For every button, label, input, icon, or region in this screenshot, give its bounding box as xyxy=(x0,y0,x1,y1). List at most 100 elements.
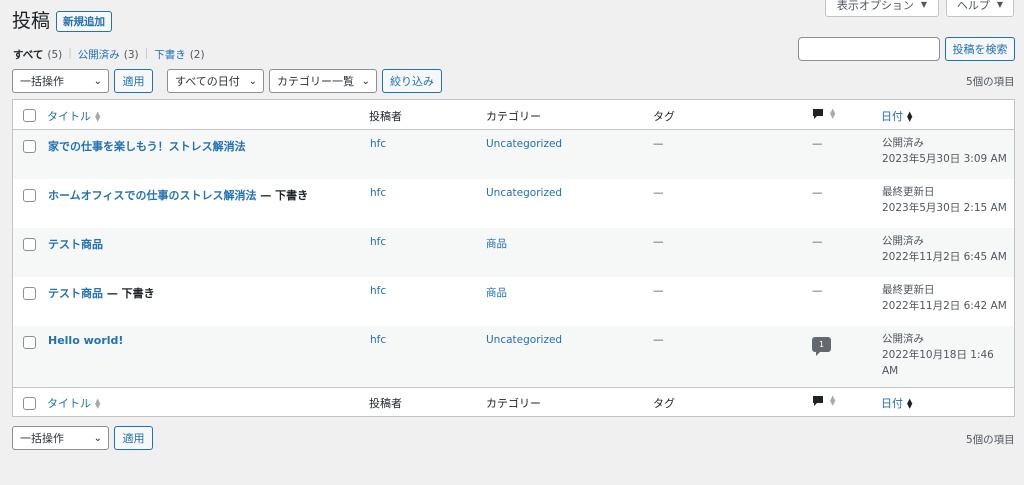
post-title: テスト商品 — 下書き xyxy=(48,285,155,301)
screen-options-label: 表示オプション xyxy=(836,0,914,12)
apply-button[interactable]: 適用 xyxy=(114,69,153,93)
search-posts-button[interactable]: 投稿を検索 xyxy=(945,37,1015,61)
apply-button-bottom[interactable]: 適用 xyxy=(114,426,153,450)
comment-count-bubble[interactable]: 1 xyxy=(812,337,831,356)
bulk-action-select[interactable]: 一括操作 ⌄ xyxy=(12,69,109,93)
post-category[interactable]: Uncategorized xyxy=(486,334,562,346)
page-title: 投稿 xyxy=(12,10,51,32)
column-title-header[interactable]: タイトル ▲ ▼ xyxy=(47,395,100,411)
view-drafts-label[interactable]: 下書き xyxy=(154,49,186,61)
column-author-header: 投稿者 xyxy=(369,110,402,123)
table-footer: タイトル ▲ ▼ 投稿者 カテゴリー タグ ▲ ▼ 日付 ▲ ▼ xyxy=(13,387,1014,417)
column-tags-header: タグ xyxy=(653,397,675,410)
date-filter-select[interactable]: すべての日付 ⌄ xyxy=(167,69,264,93)
column-tags-header: タグ xyxy=(653,110,675,123)
table-row: ホームオフィスでの仕事のストレス解消法 — 下書き hfc Uncategori… xyxy=(13,179,1014,228)
column-categories-header: カテゴリー xyxy=(486,110,541,123)
table-row: テスト商品 hfc 商品 — — 公開済み 2022年11月2日 6:45 AM xyxy=(13,228,1014,277)
post-date: 公開済み 2022年10月18日 1:46 AM xyxy=(882,331,994,379)
post-author[interactable]: hfc xyxy=(370,285,386,297)
post-state: — 下書き xyxy=(256,189,309,202)
post-title-link[interactable]: テスト商品 xyxy=(48,238,103,251)
post-comments: — xyxy=(812,187,823,199)
select-all-checkbox[interactable] xyxy=(23,109,36,122)
post-title: テスト商品 xyxy=(48,236,103,252)
view-separator: | xyxy=(68,47,72,59)
post-title-link[interactable]: 家での仕事を楽しもう！ストレス解消法 xyxy=(48,140,246,153)
select-all-checkbox[interactable] xyxy=(23,397,36,410)
filter-button[interactable]: 絞り込み xyxy=(382,69,442,93)
date-status: 公開済み xyxy=(882,333,924,345)
post-author[interactable]: hfc xyxy=(370,187,386,199)
column-date-header[interactable]: 日付 ▲ ▼ xyxy=(881,108,912,124)
post-category[interactable]: Uncategorized xyxy=(486,138,562,150)
post-title-link[interactable]: Hello world! xyxy=(48,334,123,347)
column-title-header[interactable]: タイトル ▲ ▼ xyxy=(47,108,100,124)
comment-icon xyxy=(813,109,823,119)
date-filter-value: すべての日付 xyxy=(175,75,240,88)
view-all-count: (5) xyxy=(47,49,63,61)
post-comments: — xyxy=(812,285,823,297)
post-category[interactable]: 商品 xyxy=(486,236,507,251)
table-row: テスト商品 — 下書き hfc 商品 — — 最終更新日 2022年11月2日 6… xyxy=(13,277,1014,326)
column-title-label: タイトル xyxy=(47,110,91,123)
column-date-label: 日付 xyxy=(881,397,903,410)
view-published[interactable]: 公開済み (3) xyxy=(78,47,139,62)
chevron-down-icon: ⌄ xyxy=(248,75,257,87)
post-author[interactable]: hfc xyxy=(370,138,386,150)
table-row: 家での仕事を楽しもう！ストレス解消法 hfc Uncategorized — —… xyxy=(13,130,1014,179)
date-status: 公開済み xyxy=(882,137,924,149)
row-checkbox[interactable] xyxy=(23,287,36,300)
column-categories-header: カテゴリー xyxy=(486,397,541,410)
row-checkbox[interactable] xyxy=(23,238,36,251)
date-value: 2022年11月2日 6:42 AM xyxy=(882,300,1007,312)
row-checkbox[interactable] xyxy=(23,140,36,153)
help-label: ヘルプ xyxy=(956,0,990,12)
chevron-down-icon: ⌄ xyxy=(93,432,102,444)
item-count-bottom: 5個の項目 xyxy=(966,434,1015,446)
caret-down-icon: ▼ xyxy=(996,0,1004,9)
row-checkbox[interactable] xyxy=(23,189,36,202)
post-date: 公開済み 2023年5月30日 3:09 AM xyxy=(882,135,1007,167)
post-comments: — xyxy=(812,138,823,150)
post-tags: — xyxy=(653,138,664,150)
view-published-count: (3) xyxy=(123,49,139,61)
post-category[interactable]: 商品 xyxy=(486,285,507,300)
post-title: Hello world! xyxy=(48,334,123,347)
date-status: 最終更新日 xyxy=(882,186,935,198)
view-published-label[interactable]: 公開済み xyxy=(78,49,120,61)
post-author[interactable]: hfc xyxy=(370,334,386,346)
post-title: ホームオフィスでの仕事のストレス解消法 — 下書き xyxy=(48,187,308,203)
help-button[interactable]: ヘルプ ▼ xyxy=(946,0,1014,17)
table-row: Hello world! hfc Uncategorized — 1 公開済み 2… xyxy=(13,326,1014,387)
date-value: 2023年5月30日 3:09 AM xyxy=(882,153,1007,165)
bulk-action-select-bottom[interactable]: 一括操作 ⌄ xyxy=(12,426,109,450)
post-tags: — xyxy=(653,236,664,248)
view-drafts[interactable]: 下書き (2) xyxy=(154,47,204,62)
post-title-link[interactable]: ホームオフィスでの仕事のストレス解消法 xyxy=(48,189,256,202)
date-status: 公開済み xyxy=(882,235,924,247)
row-checkbox[interactable] xyxy=(23,336,36,349)
category-filter-select[interactable]: カテゴリー一覧 ⌄ xyxy=(269,69,377,93)
post-date: 公開済み 2022年11月2日 6:45 AM xyxy=(882,233,1007,265)
search-input[interactable] xyxy=(798,37,940,61)
date-status: 最終更新日 xyxy=(882,284,935,296)
bulk-action-value: 一括操作 xyxy=(20,75,64,88)
post-status-views: すべて (5) | 公開済み (3) | 下書き (2) xyxy=(13,47,205,62)
post-state: — 下書き xyxy=(103,287,155,300)
view-all[interactable]: すべて (5) xyxy=(13,47,62,62)
sort-desc-icon: ▲ ▼ xyxy=(907,110,913,123)
sort-icon: ▲ ▼ xyxy=(95,110,101,123)
post-category[interactable]: Uncategorized xyxy=(486,187,562,199)
add-new-button[interactable]: 新規追加 xyxy=(56,11,112,32)
view-all-label: すべて xyxy=(13,49,44,61)
post-author[interactable]: hfc xyxy=(370,236,386,248)
screen-options-button[interactable]: 表示オプション ▼ xyxy=(825,0,939,17)
view-drafts-count: (2) xyxy=(189,49,205,61)
column-date-header[interactable]: 日付 ▲ ▼ xyxy=(881,395,912,411)
post-title-link[interactable]: テスト商品 xyxy=(48,287,103,300)
item-count: 5個の項目 xyxy=(966,76,1015,88)
post-tags: — xyxy=(653,187,664,199)
post-date: 最終更新日 2023年5月30日 2:15 AM xyxy=(882,184,1007,216)
date-value: 2023年5月30日 2:15 AM xyxy=(882,202,1007,214)
